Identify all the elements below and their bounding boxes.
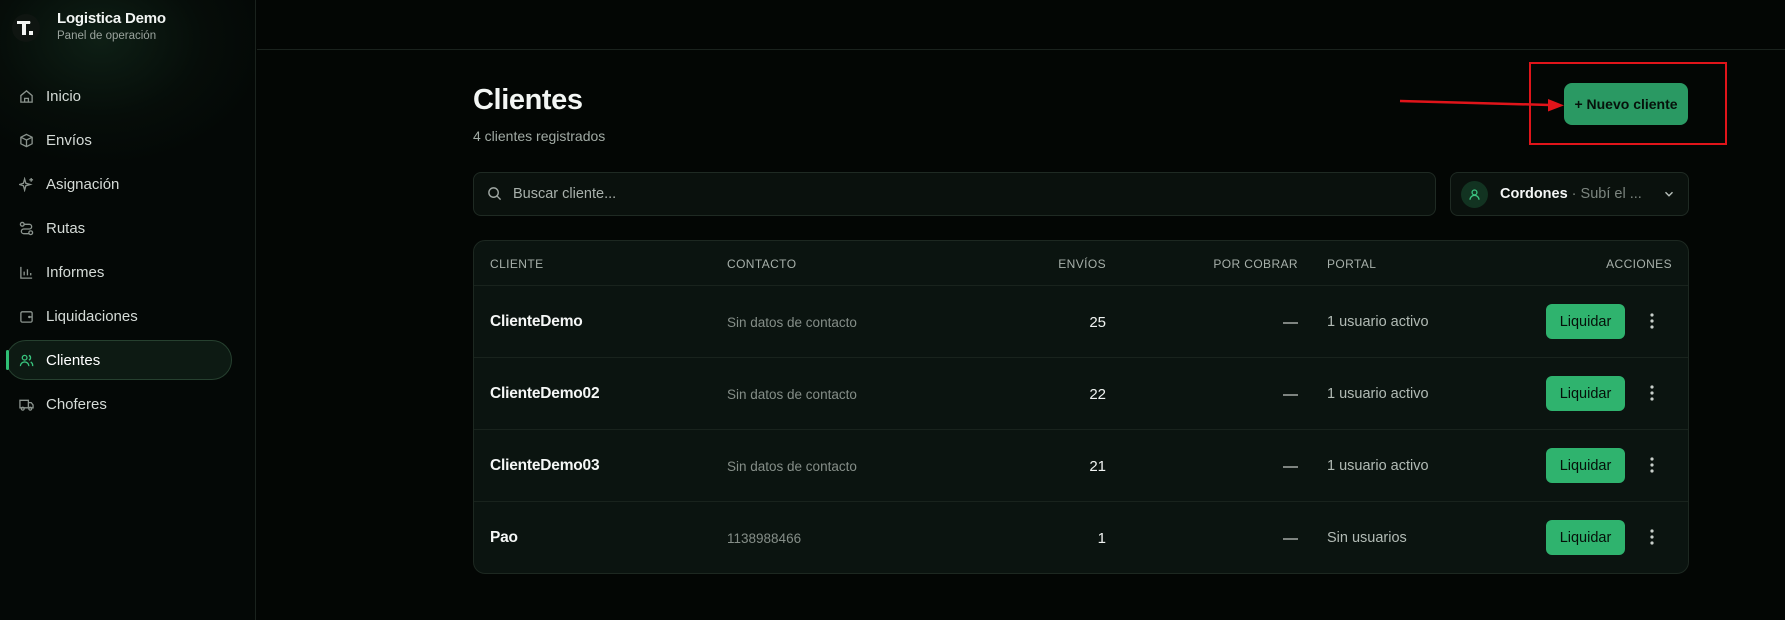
client-contact: 1138988466 <box>727 530 802 546</box>
sidebar-item-asignacion[interactable]: Asignación <box>6 164 232 204</box>
client-contact: Sin datos de contacto <box>727 314 857 330</box>
search-input[interactable] <box>513 186 1393 202</box>
client-envios: 21 <box>1089 457 1106 475</box>
wallet-icon <box>18 308 34 324</box>
sidebar-item-label: Inicio <box>46 87 82 105</box>
liquidar-button[interactable]: Liquidar <box>1546 448 1625 483</box>
package-icon <box>18 132 34 148</box>
sidebar-item-rutas[interactable]: Rutas <box>6 208 232 248</box>
selector-description: · Subí el ... <box>1571 186 1642 202</box>
client-envios: 22 <box>1089 385 1106 403</box>
table-header: CLIENTE CONTACTO ENVÍOS POR COBRAR PORTA… <box>474 241 1688 286</box>
users-icon <box>18 352 34 368</box>
sidebar-nav: Inicio Envíos Asignación Rutas Informes <box>6 76 232 428</box>
client-contact: Sin datos de contacto <box>727 386 857 402</box>
more-vertical-icon[interactable] <box>1644 384 1660 404</box>
app-title: Logistica Demo <box>57 10 166 27</box>
more-vertical-icon[interactable] <box>1644 456 1660 476</box>
client-name[interactable]: Pao <box>490 502 518 573</box>
client-por-cobrar: — <box>1283 313 1298 331</box>
column-header-cliente[interactable]: CLIENTE <box>490 257 543 271</box>
liquidar-button[interactable]: Liquidar <box>1546 304 1625 339</box>
new-client-button[interactable]: + Nuevo cliente <box>1564 83 1688 125</box>
sidebar-item-informes[interactable]: Informes <box>6 252 232 292</box>
sidebar-item-label: Envíos <box>46 131 92 149</box>
sidebar-item-label: Liquidaciones <box>46 307 138 325</box>
client-name[interactable]: ClienteDemo03 <box>490 430 600 502</box>
client-por-cobrar: — <box>1283 529 1298 547</box>
page-title: Clientes <box>473 84 583 116</box>
more-vertical-icon[interactable] <box>1644 312 1660 332</box>
client-name[interactable]: ClienteDemo <box>490 286 583 358</box>
column-header-contacto[interactable]: CONTACTO <box>727 257 796 271</box>
column-header-acciones: ACCIONES <box>1606 257 1672 271</box>
liquidar-button[interactable]: Liquidar <box>1546 376 1625 411</box>
client-portal-status: 1 usuario activo <box>1327 386 1429 402</box>
table-row[interactable]: Pao 1138988466 1 — Sin usuarios Liquidar <box>474 502 1688 573</box>
client-portal-status: Sin usuarios <box>1327 530 1407 546</box>
client-envios: 1 <box>1097 529 1106 547</box>
search-icon <box>487 186 503 202</box>
column-header-envios[interactable]: ENVÍOS <box>1058 257 1106 271</box>
app-subtitle: Panel de operación <box>57 30 157 42</box>
clients-table: CLIENTE CONTACTO ENVÍOS POR COBRAR PORTA… <box>473 240 1689 574</box>
client-selector-dropdown[interactable]: Cordones · Subí el ... <box>1450 172 1689 216</box>
table-row[interactable]: ClienteDemo02 Sin datos de contacto 22 —… <box>474 358 1688 430</box>
sidebar-item-envios[interactable]: Envíos <box>6 120 232 160</box>
liquidar-button[interactable]: Liquidar <box>1546 520 1625 555</box>
client-contact: Sin datos de contacto <box>727 458 857 474</box>
table-row[interactable]: ClienteDemo03 Sin datos de contacto 21 —… <box>474 430 1688 502</box>
truck-icon <box>18 396 34 412</box>
client-por-cobrar: — <box>1283 385 1298 403</box>
top-bar <box>257 0 1785 50</box>
sidebar-item-label: Informes <box>46 263 105 281</box>
sparkle-icon <box>18 176 34 192</box>
sidebar-item-label: Rutas <box>46 219 86 237</box>
home-icon <box>18 88 34 104</box>
column-header-por-cobrar[interactable]: POR COBRAR <box>1213 257 1298 271</box>
route-icon <box>18 220 34 236</box>
chevron-down-icon <box>1662 187 1676 201</box>
sidebar-item-choferes[interactable]: Choferes <box>6 384 232 424</box>
sidebar-item-clientes[interactable]: Clientes <box>6 340 232 380</box>
client-portal-status: 1 usuario activo <box>1327 314 1429 330</box>
user-icon <box>1461 180 1488 208</box>
table-row[interactable]: ClienteDemo Sin datos de contacto 25 — 1… <box>474 286 1688 358</box>
client-name[interactable]: ClienteDemo02 <box>490 358 600 430</box>
bar-chart-icon <box>18 264 34 280</box>
page-subtitle: 4 clientes registrados <box>473 128 606 144</box>
sidebar-item-inicio[interactable]: Inicio <box>6 76 232 116</box>
more-vertical-icon[interactable] <box>1644 528 1660 548</box>
client-por-cobrar: — <box>1283 457 1298 475</box>
sidebar-item-label: Choferes <box>46 395 107 413</box>
client-envios: 25 <box>1089 313 1106 331</box>
sidebar-item-label: Clientes <box>46 351 101 369</box>
column-header-portal[interactable]: PORTAL <box>1327 257 1376 271</box>
sidebar-item-liquidaciones[interactable]: Liquidaciones <box>6 296 232 336</box>
brand[interactable]: Logistica Demo Panel de operación <box>12 10 166 45</box>
client-portal-status: 1 usuario activo <box>1327 458 1429 474</box>
sidebar-item-label: Asignación <box>46 175 120 193</box>
search-box[interactable] <box>473 172 1436 216</box>
selector-name: Cordones <box>1500 186 1568 202</box>
logo-icon <box>12 13 40 42</box>
sidebar: Logistica Demo Panel de operación Inicio… <box>0 0 256 620</box>
